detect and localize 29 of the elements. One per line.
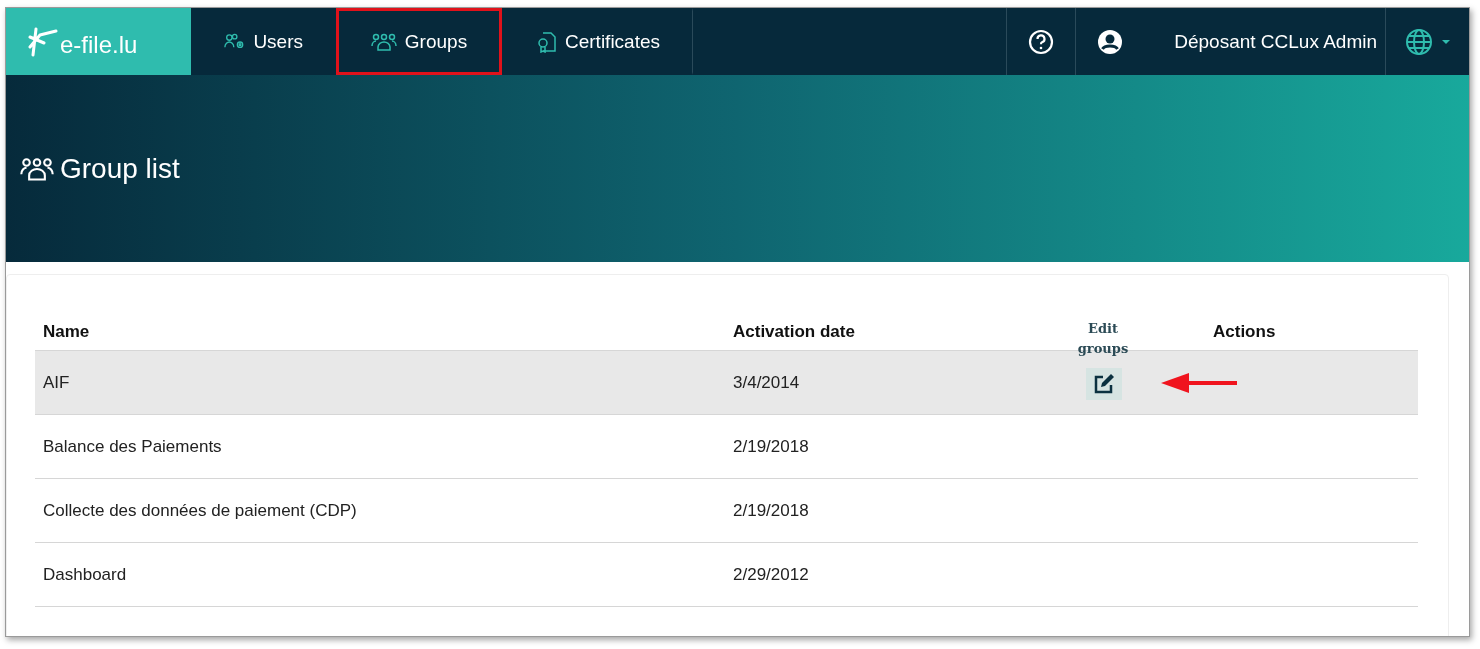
logo-text: e-file.lu: [60, 30, 138, 59]
edit-icon: [1093, 373, 1115, 395]
table-cell-text: Balance des Paiements: [42, 436, 223, 457]
table-cell-text: 2/19/2018: [733, 436, 810, 457]
table-row[interactable]: Balance des Paiements 2/19/2018: [35, 415, 1418, 479]
table-cell-text: Collecte des données de paiement (CDP): [42, 500, 358, 521]
globe-icon: [1404, 27, 1433, 56]
column-header: Name: [42, 321, 91, 342]
nav-tab[interactable]: Groups: [336, 8, 502, 75]
column-header: Activation date: [733, 321, 856, 342]
table-cell-text: AIF: [42, 372, 71, 393]
help-icon: [1028, 28, 1055, 55]
table-cell-text: 2/29/2012: [733, 564, 810, 585]
certificate-icon: [537, 30, 557, 53]
column-header: Actions: [1213, 321, 1276, 342]
table-cell-text: Dashboard: [42, 564, 128, 585]
table-cell-text: 2/19/2018: [733, 500, 810, 521]
nav-tab[interactable]: Users: [191, 8, 336, 75]
user-name[interactable]: Déposant CCLux Admin: [1144, 8, 1385, 75]
page-title: Group list: [60, 152, 180, 185]
table-row[interactable]: Collecte des données de paiement (CDP) 2/19/2018: [35, 479, 1418, 543]
table-cell-text: 3/4/2014: [733, 372, 801, 393]
group-icon: [20, 156, 54, 181]
group-icon: [370, 32, 397, 51]
logo-icon: [28, 26, 58, 57]
caret-icon: [1440, 38, 1451, 45]
table-row[interactable]: Dashboard 2/29/2012: [35, 543, 1418, 607]
edit-button[interactable]: [1086, 368, 1122, 400]
user-avatar-icon: [1097, 28, 1124, 55]
